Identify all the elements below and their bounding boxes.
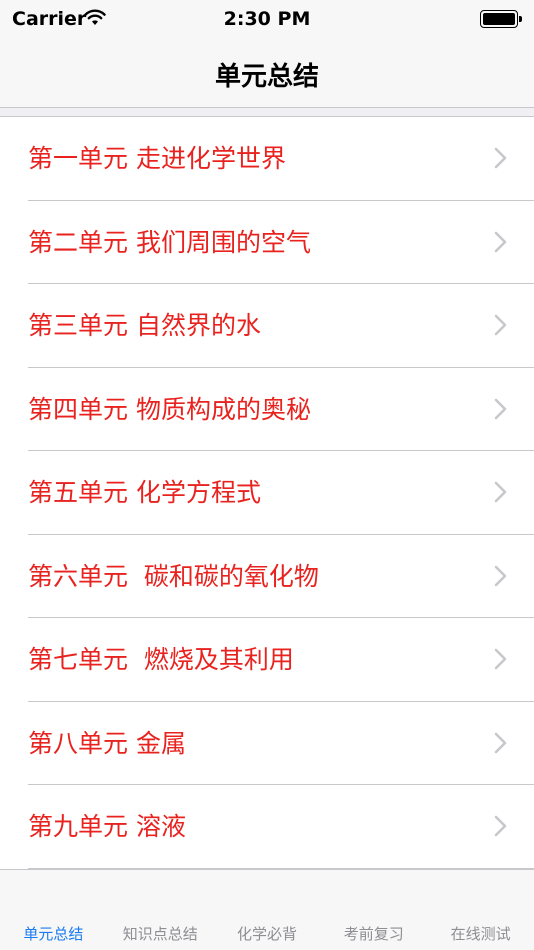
list-item-label: 第八单元 金属 bbox=[28, 728, 186, 758]
list-item[interactable]: 第六单元 碳和碳的氧化物 bbox=[0, 534, 534, 618]
list-item[interactable]: 第四单元 物质构成的奥秘 bbox=[0, 367, 534, 451]
unit-list: 第一单元 走进化学世界 第二单元 我们周围的空气 第三单元 自然界的水 第四单元… bbox=[0, 116, 534, 869]
list-item[interactable]: 第二单元 我们周围的空气 bbox=[0, 200, 534, 284]
tab-label: 考前复习 bbox=[343, 925, 404, 943]
status-time: 2:30 PM bbox=[223, 8, 311, 30]
tab-label: 化学必背 bbox=[236, 925, 297, 943]
list-item-label: 第四单元 物质构成的奥秘 bbox=[28, 394, 311, 424]
list-item-label: 第一单元 走进化学世界 bbox=[28, 144, 286, 173]
tab-chemistry-essentials[interactable]: 化学必背 bbox=[214, 869, 321, 950]
list-item[interactable]: 第一单元 走进化学世界 bbox=[0, 117, 534, 201]
chevron-right-icon bbox=[494, 815, 507, 837]
chevron-right-icon bbox=[494, 565, 507, 586]
screen: Carrier 2:30 PM 单元总结 第一单元 走进化学世界 第二单元 我们… bbox=[0, 0, 534, 950]
navigation-bar: 单元总结 bbox=[0, 38, 534, 108]
list-item-label: 第六单元 碳和碳的氧化物 bbox=[28, 561, 319, 591]
tab-knowledge-points[interactable]: 知识点总结 bbox=[107, 869, 214, 950]
list-item-label: 第七单元 燃烧及其利用 bbox=[28, 645, 294, 674]
list-item-label: 第五单元 化学方程式 bbox=[28, 478, 261, 507]
battery-icon bbox=[480, 10, 522, 28]
list-item[interactable]: 第七单元 燃烧及其利用 bbox=[0, 618, 534, 702]
tab-online-test[interactable]: 在线测试 bbox=[427, 869, 534, 950]
tab-unit-summary[interactable]: 单元总结 bbox=[0, 869, 107, 950]
status-bar: Carrier 2:30 PM bbox=[0, 0, 534, 38]
tab-label: 在线测试 bbox=[450, 925, 511, 943]
tab-bar: 单元总结 知识点总结 化学必背 考前复习 在线测试 bbox=[0, 869, 534, 950]
page-title: 单元总结 bbox=[214, 62, 319, 92]
chevron-right-icon bbox=[494, 231, 507, 252]
tab-label: 知识点总结 bbox=[122, 925, 198, 943]
list-item-label: 第九单元 溶液 bbox=[28, 812, 186, 841]
chevron-right-icon bbox=[494, 732, 507, 753]
tab-exam-review[interactable]: 考前复习 bbox=[320, 869, 427, 950]
list-item[interactable]: 第九单元 溶液 bbox=[0, 785, 534, 869]
list-item-label: 第二单元 我们周围的空气 bbox=[28, 227, 311, 257]
chevron-right-icon bbox=[494, 648, 507, 670]
tab-label: 单元总结 bbox=[23, 925, 84, 943]
list-item[interactable]: 第八单元 金属 bbox=[0, 701, 534, 785]
list-item-label: 第三单元 自然界的水 bbox=[28, 311, 261, 340]
chevron-right-icon bbox=[494, 314, 507, 336]
list-item[interactable]: 第五单元 化学方程式 bbox=[0, 451, 534, 535]
chevron-right-icon bbox=[494, 398, 507, 419]
list-item[interactable]: 第三单元 自然界的水 bbox=[0, 284, 534, 368]
chevron-right-icon bbox=[494, 147, 507, 169]
chevron-right-icon bbox=[494, 481, 507, 503]
